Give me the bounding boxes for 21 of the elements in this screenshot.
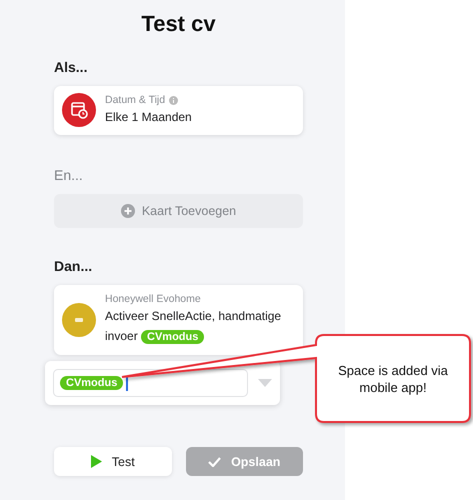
flow-card[interactable]: Datum & Tijd Elke 1 Maanden bbox=[54, 86, 303, 135]
checkmark-icon bbox=[208, 456, 222, 466]
text-cursor bbox=[126, 376, 128, 390]
flow-card[interactable]: Honeywell Evohome Activeer SnelleActie, handmatige invoer CVmodus bbox=[54, 285, 303, 355]
play-icon bbox=[90, 455, 102, 468]
card-app-name: Datum & Tijd bbox=[105, 93, 166, 107]
page-title: Test cv bbox=[140, 10, 217, 38]
section-heading: Als... bbox=[54, 59, 88, 75]
card-summary: Activeer SnelleActie, handmatige invoer CVmodus bbox=[105, 308, 282, 346]
caret-icon[interactable] bbox=[258, 379, 272, 387]
plus-icon bbox=[120, 204, 135, 218]
section-heading: Dan... bbox=[54, 258, 94, 274]
card-summary: Elke 1 Maanden bbox=[105, 109, 192, 126]
device-icon bbox=[62, 302, 96, 336]
test-button[interactable]: Test bbox=[54, 447, 172, 476]
calendar-icon bbox=[62, 93, 96, 127]
section-heading: En... bbox=[54, 167, 84, 183]
tag-chip: CVmodus bbox=[60, 376, 124, 390]
callout-text: Space is added via mobile app! bbox=[337, 362, 449, 396]
info-icon[interactable] bbox=[169, 96, 178, 104]
card-app-name: Honeywell Evohome bbox=[105, 292, 201, 306]
